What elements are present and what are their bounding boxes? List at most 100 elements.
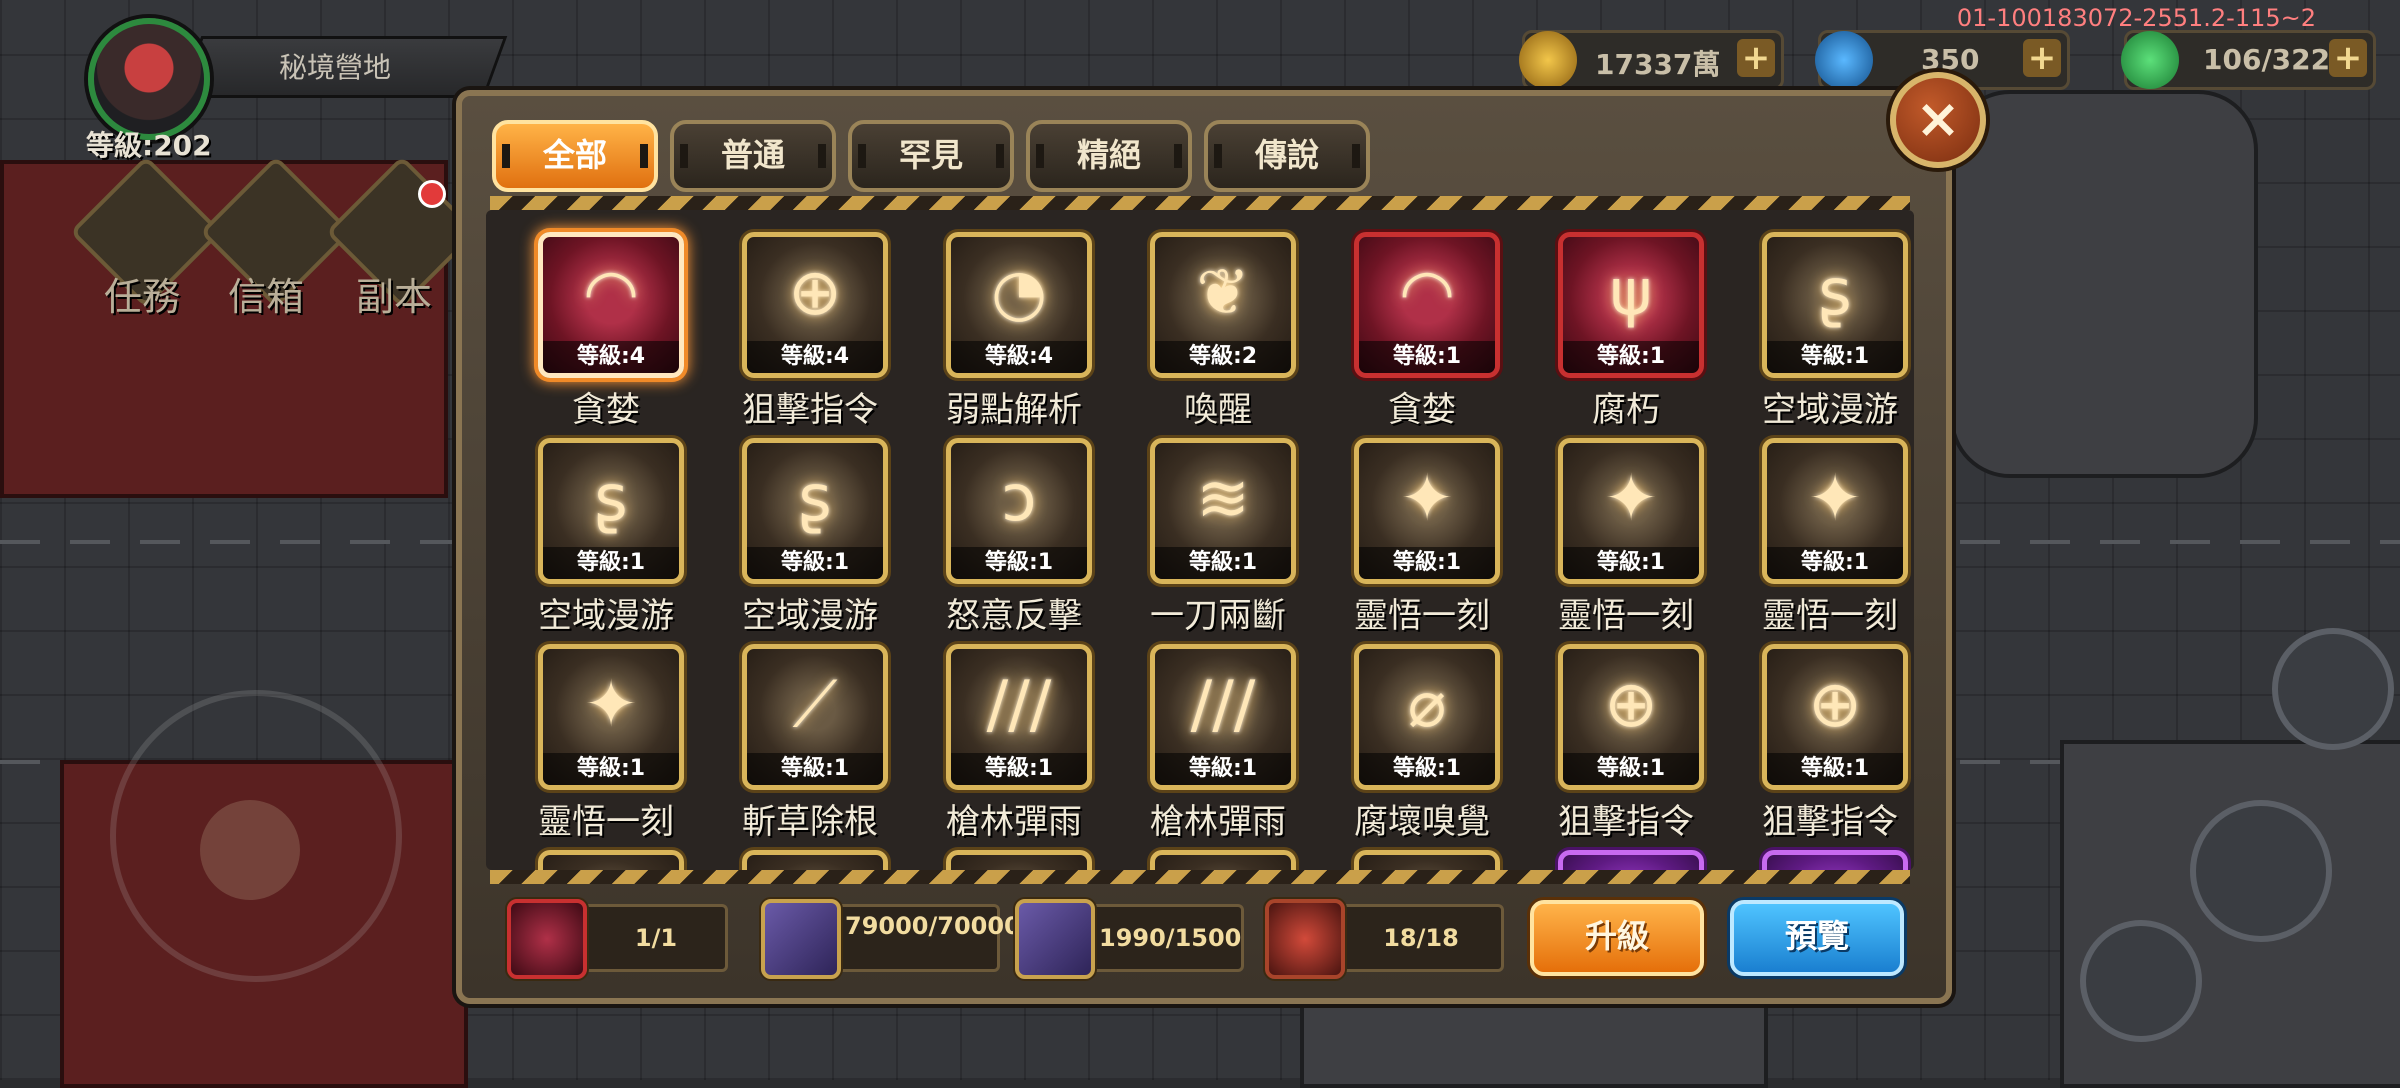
skill-icon-frame[interactable]: ʂ 等級:1 — [1762, 232, 1908, 378]
skill-icon-frame[interactable]: ∕∕∕ 等級:1 — [946, 644, 1092, 790]
preview-button[interactable]: 預覽 — [1730, 900, 1904, 976]
gold-coin-icon — [1519, 31, 1577, 89]
location-label: 秘境營地 — [278, 51, 391, 84]
skill-card[interactable]: ⊕ 等級:4 狙擊指令 — [692, 232, 892, 432]
skill-grid: ◠ 等級:4 貪婪 ⊕ 等級:4 狙擊指令 ◔ 等級:4 弱點解析 ❦ 等級:2 喚醒 ◠ 等級:1 貪婪 ψ… — [486, 210, 1914, 870]
skill-name: 一刀兩斷 — [1150, 596, 1286, 636]
skill-icon-frame[interactable]: ✦ 等級:1 — [1762, 438, 1908, 584]
skill-card[interactable]: ◔ 等級:4 弱點解析 — [896, 232, 1096, 432]
skill-icon-frame[interactable]: ✦ 等級:1 — [1354, 438, 1500, 584]
skill-icon-frame[interactable]: ⊕ 等級:4 — [742, 232, 888, 378]
skill-icon-frame[interactable]: ◠ 等級:4 — [538, 232, 684, 378]
scythe-icon: ⟋ — [792, 668, 838, 742]
skill-icon-frame[interactable] — [1558, 850, 1704, 870]
skill-icon-frame[interactable]: ⊕ 等級:1 — [1762, 644, 1908, 790]
close-button[interactable]: × — [1890, 72, 1986, 168]
skill-name: 怒意反擊 — [946, 596, 1082, 636]
skill-icon-frame[interactable]: ❦ 等級:2 — [1150, 232, 1296, 378]
task-label: 任務 — [104, 275, 181, 319]
tab-1[interactable]: 普通 — [670, 120, 836, 192]
skill-level: 等級:1 — [543, 753, 679, 785]
star-burst-icon: ✦ — [1808, 462, 1862, 536]
tab-0[interactable]: 全部 — [492, 120, 658, 192]
swirl-icon: ʂ — [798, 462, 832, 536]
skill-card[interactable]: ↄ 等級:1 怒意反擊 — [896, 438, 1096, 638]
skill-card[interactable]: ⊕ 等級:1 狙擊指令 — [1712, 644, 1912, 844]
add-gold-button[interactable]: + — [1737, 39, 1775, 77]
skill-card[interactable]: ✦ 等級:1 靈悟一刻 — [1508, 438, 1708, 638]
skill-card[interactable]: ✦ 等級:1 靈悟一刻 — [1304, 438, 1504, 638]
gem-icon — [1815, 31, 1873, 89]
skill-icon-frame[interactable] — [742, 850, 888, 870]
skill-card[interactable]: ⊕ 等級:1 狙擊指令 — [1508, 644, 1708, 844]
skill-icon-frame[interactable]: ⊕ 等級:1 — [1558, 644, 1704, 790]
bullets-icon: ∕∕∕ — [986, 668, 1052, 742]
skill-icon-frame[interactable]: ✦ 等級:1 — [538, 644, 684, 790]
player-avatar[interactable] — [88, 18, 210, 140]
skill-card[interactable]: ∕∕∕ 等級:1 槍林彈雨 — [896, 644, 1096, 844]
skill-name: 靈悟一刻 — [1354, 596, 1490, 636]
notification-dot — [418, 180, 446, 208]
skill-icon-frame[interactable] — [538, 850, 684, 870]
skill-name: 貪婪 — [1388, 390, 1456, 430]
skill-card[interactable]: ≋ 等級:1 一刀兩斷 — [1100, 438, 1300, 638]
skill-card[interactable]: ⟋ 等級:1 斬草除根 — [692, 644, 892, 844]
skill-icon-frame[interactable]: ≋ 等級:1 — [1150, 438, 1296, 584]
player-level: 等級:202 — [86, 129, 212, 162]
skill-icon-frame[interactable]: ↄ 等級:1 — [946, 438, 1092, 584]
sprout-icon: ❦ — [1196, 256, 1250, 330]
skill-card[interactable]: ⌀ 等級:1 腐壞嗅覺 — [1304, 644, 1504, 844]
skill-level: 等級:1 — [1563, 753, 1699, 785]
maw-icon: ◠ — [1399, 256, 1455, 330]
tab-2[interactable]: 罕見 — [848, 120, 1014, 192]
add-gem-button[interactable]: + — [2023, 39, 2061, 77]
skill-name: 空域漫游 — [742, 596, 878, 636]
skill-level: 等級:1 — [1359, 753, 1495, 785]
skill-icon-frame[interactable]: ⌀ 等級:1 — [1354, 644, 1500, 790]
skill-level: 等級:1 — [747, 753, 883, 785]
skill-level: 等級:2 — [1155, 341, 1291, 373]
skill-icon-frame[interactable] — [1762, 850, 1908, 870]
slash-icon: ≋ — [1196, 462, 1250, 536]
skill-card[interactable]: ◠ 等級:1 貪婪 — [1304, 232, 1504, 432]
skill-name: 槍林彈雨 — [1150, 802, 1286, 842]
skill-name: 槍林彈雨 — [946, 802, 1082, 842]
skill-level: 等級:1 — [951, 753, 1087, 785]
skill-icon-frame[interactable]: ∕∕∕ 等級:1 — [1150, 644, 1296, 790]
skill-card[interactable]: ʂ 等級:1 空域漫游 — [488, 438, 688, 638]
skill-icon-frame[interactable]: ✦ 等級:1 — [1558, 438, 1704, 584]
skill-icon-frame[interactable]: ʂ 等級:1 — [538, 438, 684, 584]
skill-level: 等級:1 — [1563, 547, 1699, 579]
skill-card[interactable]: ψ 等級:1 腐朽 — [1508, 232, 1708, 432]
skill-icon-frame[interactable] — [1150, 850, 1296, 870]
skill-card[interactable]: ʂ 等級:1 空域漫游 — [692, 438, 892, 638]
jump-button[interactable] — [2190, 800, 2332, 942]
skill-card[interactable]: ʂ 等級:1 空域漫游 — [1712, 232, 1912, 432]
skill-name: 靈悟一刻 — [1762, 596, 1898, 636]
add-stamina-button[interactable]: + — [2329, 39, 2367, 77]
skill-name: 狙擊指令 — [1558, 802, 1694, 842]
material-slot-3: 18/18 — [1265, 899, 1504, 979]
skill-card[interactable]: ∕∕∕ 等級:1 槍林彈雨 — [1100, 644, 1300, 844]
skill-icon-frame[interactable]: ʂ 等級:1 — [742, 438, 888, 584]
skill-icon-frame[interactable]: ◔ 等級:4 — [946, 232, 1092, 378]
tab-3[interactable]: 精絕 — [1026, 120, 1192, 192]
skill-icon-frame[interactable]: ◠ 等級:1 — [1354, 232, 1500, 378]
skill-card[interactable]: ❦ 等級:2 喚醒 — [1100, 232, 1300, 432]
joystick-knob[interactable] — [200, 800, 300, 900]
skill-card[interactable]: ✦ 等級:1 靈悟一刻 — [1712, 438, 1912, 638]
tab-4[interactable]: 傳說 — [1204, 120, 1370, 192]
skill-icon-frame[interactable] — [1354, 850, 1500, 870]
skill-icon-frame[interactable]: ψ 等級:1 — [1558, 232, 1704, 378]
selected-skill-slot: 1/1 — [507, 899, 728, 979]
skill-icon-frame[interactable] — [946, 850, 1092, 870]
skill-card[interactable]: ✦ 等級:1 靈悟一刻 — [488, 644, 688, 844]
upgrade-button[interactable]: 升級 — [1530, 900, 1704, 976]
skill-card[interactable]: ◠ 等級:4 貪婪 — [488, 232, 688, 432]
vehicle-button[interactable] — [2272, 628, 2394, 750]
chip-material-icon — [761, 899, 841, 979]
maw-icon — [507, 899, 587, 979]
skill-icon-frame[interactable]: ⟋ 等級:1 — [742, 644, 888, 790]
list-menu-button[interactable] — [2080, 920, 2202, 1042]
star-burst-icon: ✦ — [1400, 462, 1454, 536]
